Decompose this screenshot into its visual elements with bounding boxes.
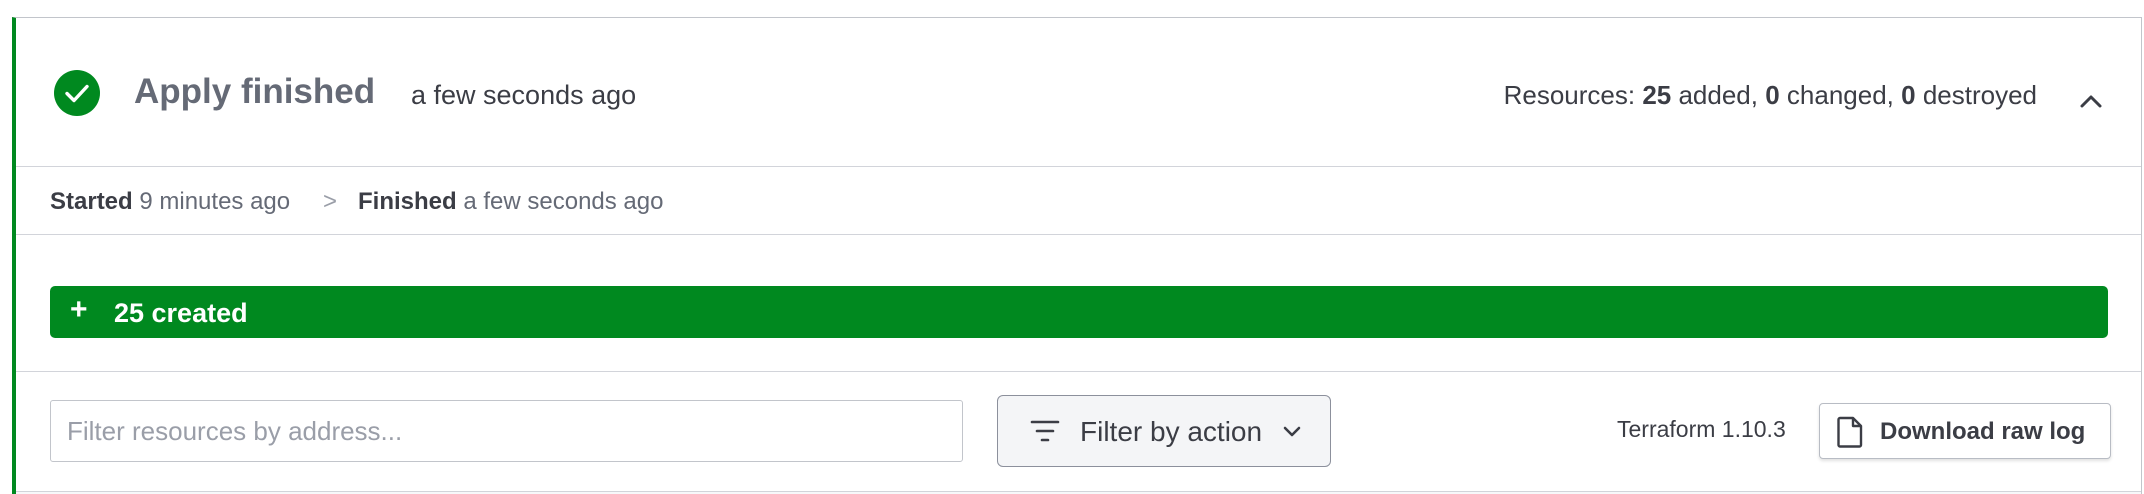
changed-count: 0 xyxy=(1765,80,1780,110)
apply-timeline: Started 9 minutes ago > Finished a few s… xyxy=(16,166,2141,235)
added-label: added, xyxy=(1671,80,1766,110)
started-segment: Started 9 minutes ago xyxy=(50,188,290,216)
filter-button-label: Filter by action xyxy=(1080,416,1263,447)
plus-icon: + xyxy=(70,293,88,326)
started-label: Started xyxy=(50,188,133,215)
file-icon xyxy=(1837,416,1863,448)
resources-summary: Resources: 25 added, 0 changed, 0 destro… xyxy=(1504,80,2037,111)
filter-address-input[interactable] xyxy=(50,400,963,462)
download-label: Download raw log xyxy=(1880,418,2086,445)
created-section: + 25 created xyxy=(16,234,2141,372)
apply-header: Apply finished a few seconds ago Resourc… xyxy=(16,18,2141,167)
filter-toolbar: Filter by action Terraform 1.10.3 Downlo… xyxy=(16,371,2141,492)
download-raw-log-button[interactable]: Download raw log xyxy=(1819,403,2111,459)
run-page: Apply finished a few seconds ago Resourc… xyxy=(0,0,2144,494)
filter-by-action-button[interactable]: Filter by action xyxy=(997,395,1331,467)
added-count: 25 xyxy=(1642,80,1672,110)
finished-time: a few seconds ago xyxy=(463,188,664,215)
terraform-version: Terraform 1.10.3 xyxy=(1617,416,1786,442)
collapse-button[interactable] xyxy=(2071,82,2111,122)
created-resources-toggle[interactable]: + 25 created xyxy=(50,286,2108,338)
finished-label: Finished xyxy=(358,188,457,215)
timeline-separator: > xyxy=(323,188,338,215)
apply-panel: Apply finished a few seconds ago Resourc… xyxy=(12,17,2142,494)
destroyed-label: destroyed xyxy=(1915,80,2037,110)
chevron-down-icon xyxy=(1283,426,1301,437)
chevron-up-icon xyxy=(2080,95,2102,108)
started-time: 9 minutes ago xyxy=(139,188,291,215)
apply-title: Apply finished xyxy=(134,72,376,111)
created-label: 25 created xyxy=(114,298,248,328)
destroyed-count: 0 xyxy=(1901,80,1916,110)
apply-time: a few seconds ago xyxy=(411,80,637,110)
finished-segment: Finished a few seconds ago xyxy=(358,188,663,216)
check-circle-icon xyxy=(54,70,100,116)
resources-prefix: Resources: xyxy=(1503,80,1643,110)
filter-icon xyxy=(1030,420,1060,442)
changed-label: changed, xyxy=(1779,80,1902,110)
